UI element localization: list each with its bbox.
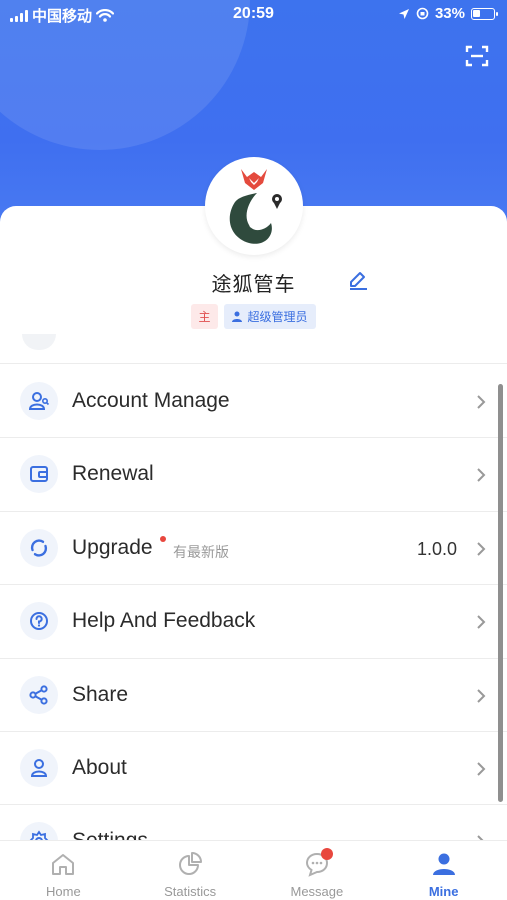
menu-item-settings[interactable]: Settings (0, 805, 507, 840)
tab-label: Home (46, 884, 81, 899)
chevron-right-icon (477, 615, 486, 629)
tab-home[interactable]: Home (0, 841, 127, 900)
menu-label: Help And Feedback (72, 609, 256, 633)
scan-icon[interactable] (465, 44, 489, 68)
avatar[interactable] (205, 157, 303, 255)
chevron-right-icon (477, 395, 486, 409)
version-value: 1.0.0 (416, 538, 457, 559)
chevron-right-icon (477, 688, 486, 703)
edit-icon[interactable] (347, 268, 369, 290)
wallet-icon (20, 455, 58, 494)
scrollbar[interactable] (498, 384, 503, 802)
location-arrow-icon (398, 8, 409, 19)
fox-logo-icon (229, 169, 282, 244)
role-tags: 主 超级管理员 (0, 304, 507, 329)
share-icon (20, 675, 58, 714)
message-badge (320, 848, 333, 860)
bottom-tab-bar: Home Statistics Message Mine (0, 840, 507, 900)
person-icon (20, 748, 58, 787)
chevron-right-icon (477, 762, 486, 776)
home-icon (52, 854, 75, 875)
tab-mine[interactable]: Mine (380, 841, 507, 900)
pie-chart-icon (179, 852, 203, 875)
orientation-lock-icon (416, 7, 429, 20)
upgrade-hint: 有最新版 (173, 543, 229, 560)
tab-statistics[interactable]: Statistics (127, 841, 254, 900)
person-small-icon (231, 311, 242, 322)
tag-role-label: 超级管理员 (247, 310, 308, 324)
menu-item-upgrade[interactable]: Upgrade 有最新版 1.0.0 (0, 512, 507, 586)
chevron-right-icon (477, 835, 484, 840)
menu-list: Account Manage Renewal Upgrade 有最新版 1.0.… (0, 365, 507, 840)
status-bar: 中国移动 20:59 33% (0, 0, 507, 28)
tab-label: Message (290, 884, 344, 899)
chevron-right-icon (477, 468, 486, 483)
user-icon (432, 853, 455, 875)
menu-icon-partial (22, 334, 56, 350)
menu-label: Settings (72, 829, 148, 840)
menu-label: About (72, 755, 127, 779)
menu-label: Account Manage (72, 389, 230, 412)
gear-icon (20, 822, 58, 840)
menu-item-share[interactable]: Share (0, 659, 507, 732)
menu-item-account-manage[interactable]: Account Manage (0, 365, 507, 439)
refresh-icon (20, 528, 58, 567)
tag-main: 主 (191, 304, 218, 329)
question-icon (20, 602, 58, 641)
profile-name: 途狐管车 (211, 274, 296, 296)
new-version-dot (160, 535, 166, 542)
chevron-right-icon (477, 542, 486, 556)
tab-message[interactable]: Message (254, 841, 381, 900)
menu-item-help-feedback[interactable]: Help And Feedback (0, 585, 507, 659)
menu-item-partial (0, 330, 507, 364)
tag-role: 超级管理员 (223, 304, 316, 329)
menu-item-about[interactable]: About (0, 732, 507, 806)
menu-label: Share (72, 682, 129, 706)
menu-label: Renewal (72, 462, 154, 486)
settings-menu: Account Manage Renewal Upgrade 有最新版 1.0.… (0, 330, 507, 840)
battery-percent: 33% (434, 5, 465, 22)
tab-label: Mine (428, 884, 459, 899)
user-manage-icon (20, 382, 58, 420)
tab-label: Statistics (164, 884, 217, 899)
menu-label: Upgrade (72, 535, 153, 559)
battery-icon (471, 7, 498, 20)
menu-item-renewal[interactable]: Renewal (0, 438, 507, 512)
